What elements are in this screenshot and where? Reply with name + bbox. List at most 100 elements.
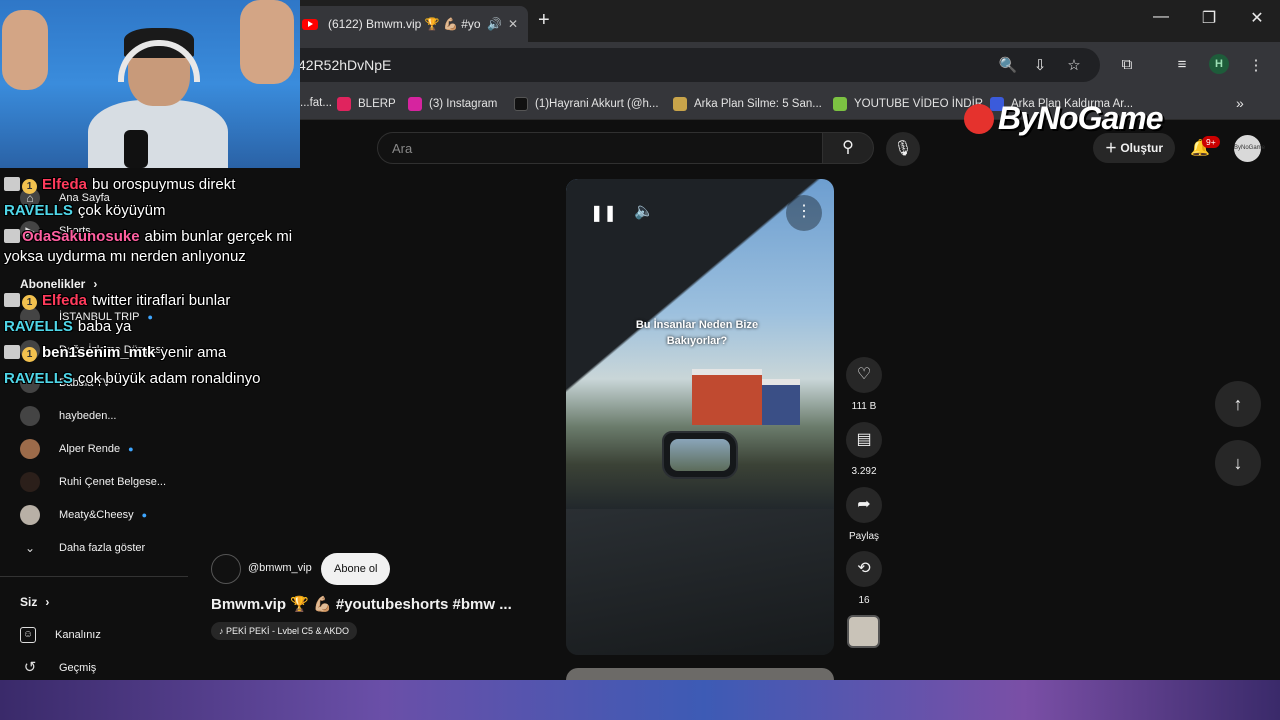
- tier-badge: 1: [22, 347, 37, 362]
- bookmark-label: ...fat...: [300, 97, 332, 109]
- stream-overlay-strip: [0, 680, 1280, 720]
- voice-search-button[interactable]: 🎙: [886, 132, 920, 166]
- sidebar-you-header[interactable]: Siz ›: [0, 587, 188, 617]
- comment-icon[interactable]: ▤: [846, 422, 882, 458]
- bookmark-label: BLERP: [358, 98, 396, 110]
- next-short-preview[interactable]: [566, 668, 834, 680]
- media-control-icon[interactable]: ≡: [1171, 56, 1193, 73]
- search-placeholder: Ara: [392, 141, 413, 156]
- bookmark-item[interactable]: (3) Instagram: [408, 97, 497, 111]
- chat-text: bu orospuymus direkt: [92, 176, 236, 193]
- restore-icon[interactable]: ❐: [1194, 8, 1224, 28]
- sidebar-divider: [0, 576, 188, 577]
- sound-thumbnail[interactable]: [847, 615, 880, 648]
- video-scene-kiosk: [692, 369, 762, 425]
- create-button[interactable]: ＋ Oluştur: [1093, 133, 1176, 163]
- subscribe-button[interactable]: Abone ol: [321, 553, 391, 585]
- profile-avatar[interactable]: H: [1209, 54, 1229, 74]
- more-bookmarks-icon[interactable]: »: [1236, 95, 1244, 111]
- bookmark-item[interactable]: YOUTUBE VİDEO İNDİR: [833, 97, 983, 111]
- zoom-icon[interactable]: 🔍: [998, 56, 1018, 74]
- pause-icon[interactable]: ❚❚: [590, 203, 617, 223]
- arrow-down-icon: ↓: [1233, 453, 1243, 473]
- chat-username: Elfeda: [42, 292, 88, 309]
- sidebar-show-more[interactable]: ⌄ Daha fazla göster: [0, 533, 188, 563]
- like-icon[interactable]: ♡: [846, 357, 882, 393]
- sidebar-item-label: haybeden...: [59, 410, 117, 422]
- share-action[interactable]: ➦ Paylaş: [846, 487, 882, 542]
- speaker-icon[interactable]: 🔊: [487, 17, 502, 31]
- chat-message: RAVELLS baba ya: [4, 317, 304, 337]
- stack-favicon-icon: [673, 97, 687, 111]
- search-icon: ⚲: [842, 139, 854, 156]
- remix-icon[interactable]: ⟲: [846, 551, 882, 587]
- chat-username: ben1senim_mtk: [42, 344, 156, 361]
- section-title: Abonelikler: [20, 277, 86, 291]
- music-chip[interactable]: ♪ PEKİ PEKİ - Lvbel C5 & AKDO: [211, 622, 358, 640]
- browser-tab-active[interactable]: (6122) Bmwm.vip 🏆 💪🏼 #you 🔊 ✕: [292, 6, 528, 42]
- chevron-right-icon: ›: [45, 595, 50, 609]
- webcam-hand: [2, 10, 48, 90]
- volume-icon[interactable]: 🔈: [634, 201, 654, 221]
- sidebar-item-subscription[interactable]: haybeden...: [0, 401, 188, 431]
- new-tab-button[interactable]: +: [538, 9, 550, 32]
- search-input[interactable]: Ara: [377, 132, 823, 164]
- sidebar-item-subscription[interactable]: Meaty&Cheesy ●: [0, 500, 188, 530]
- sidebar-item-label: Meaty&Cheesy: [59, 509, 134, 521]
- address-bar[interactable]: 42R52hDvNpE 🔍 ⇩ ☆: [280, 48, 1100, 82]
- chat-message: 1 ben1senim_mtk yenir ama: [4, 343, 304, 363]
- search-button[interactable]: ⚲: [822, 132, 874, 164]
- chat-badge-icon: [4, 229, 20, 243]
- sidebar-item-your-channel[interactable]: ☺ Kanalınız: [0, 620, 188, 650]
- close-tab-icon[interactable]: ✕: [508, 17, 518, 31]
- chat-username: RAVELLS: [4, 370, 73, 387]
- sidebar-item-subscription[interactable]: Ruhi Çenet Belgese...: [0, 467, 188, 497]
- browser-menu-icon[interactable]: ⋮: [1245, 56, 1267, 74]
- chat-username: RAVELLS: [4, 202, 73, 219]
- share-icon[interactable]: ➦: [846, 487, 882, 523]
- section-title: Siz: [20, 595, 38, 609]
- tab-title: (6122) Bmwm.vip 🏆 💪🏼 #you: [328, 17, 481, 31]
- bookmark-star-icon[interactable]: ☆: [1064, 56, 1084, 74]
- channel-avatar: [20, 505, 40, 525]
- like-count: 111 B: [851, 401, 877, 412]
- blerp-favicon-icon: [337, 97, 351, 111]
- bookmark-item[interactable]: Arka Plan Silme: 5 San...: [673, 97, 822, 111]
- sidebar-item-label: Ruhi Çenet Belgese...: [59, 476, 167, 488]
- chat-message: RAVELLS çok köyüyüm: [4, 201, 304, 221]
- comment-action[interactable]: ▤ 3.292: [846, 422, 882, 477]
- comment-count: 3.292: [851, 466, 877, 477]
- like-action[interactable]: ♡ 111 B: [846, 357, 882, 412]
- tiktok-favicon-icon: [514, 97, 528, 111]
- channel-avatar: [20, 439, 40, 459]
- bookmark-item[interactable]: BLERP: [337, 97, 396, 111]
- share-label: Paylaş: [848, 531, 879, 542]
- install-app-icon[interactable]: ⇩: [1030, 56, 1050, 74]
- remix-action[interactable]: ⟲ 16: [846, 551, 882, 606]
- close-window-icon[interactable]: ✕: [1242, 8, 1272, 28]
- tier-badge: 1: [22, 295, 37, 310]
- microphone-icon: [124, 130, 148, 168]
- account-avatar[interactable]: ByNoGame: [1234, 135, 1265, 162]
- bookmark-item[interactable]: ...fat...: [300, 97, 332, 109]
- bookmark-item[interactable]: (1)Hayrani Akkurt (@h...: [514, 97, 659, 111]
- chat-text: twitter itiraflari bunlar: [92, 292, 231, 309]
- tier-badge: 1: [22, 179, 37, 194]
- chat-message: 1 Elfeda bu orospuymus direkt: [4, 175, 304, 195]
- short-title[interactable]: Bmwm.vip 🏆 💪🏼 #youtubeshorts #bmw ...: [211, 595, 512, 613]
- channel-handle[interactable]: @bmwm_vip: [248, 562, 312, 574]
- youtube-favicon-icon: [302, 18, 318, 30]
- previous-short-button[interactable]: ↑: [1215, 381, 1261, 427]
- shorts-video-player[interactable]: [566, 179, 834, 655]
- sidebar-item-history[interactable]: ↺ Geçmiş: [0, 653, 188, 683]
- chat-badge-icon: [4, 177, 20, 191]
- channel-avatar[interactable]: [211, 554, 241, 584]
- chat-username: RAVELLS: [4, 318, 73, 335]
- more-options-icon[interactable]: ⋮: [786, 195, 822, 231]
- sidebar-item-subscription[interactable]: Alper Rende ●: [0, 434, 188, 464]
- extensions-icon[interactable]: ⧉: [1116, 56, 1138, 73]
- chat-badge-icon: [4, 345, 20, 359]
- next-short-button[interactable]: ↓: [1215, 440, 1261, 486]
- minimize-icon[interactable]: —: [1146, 8, 1176, 26]
- account-box-icon: ☺: [20, 627, 36, 643]
